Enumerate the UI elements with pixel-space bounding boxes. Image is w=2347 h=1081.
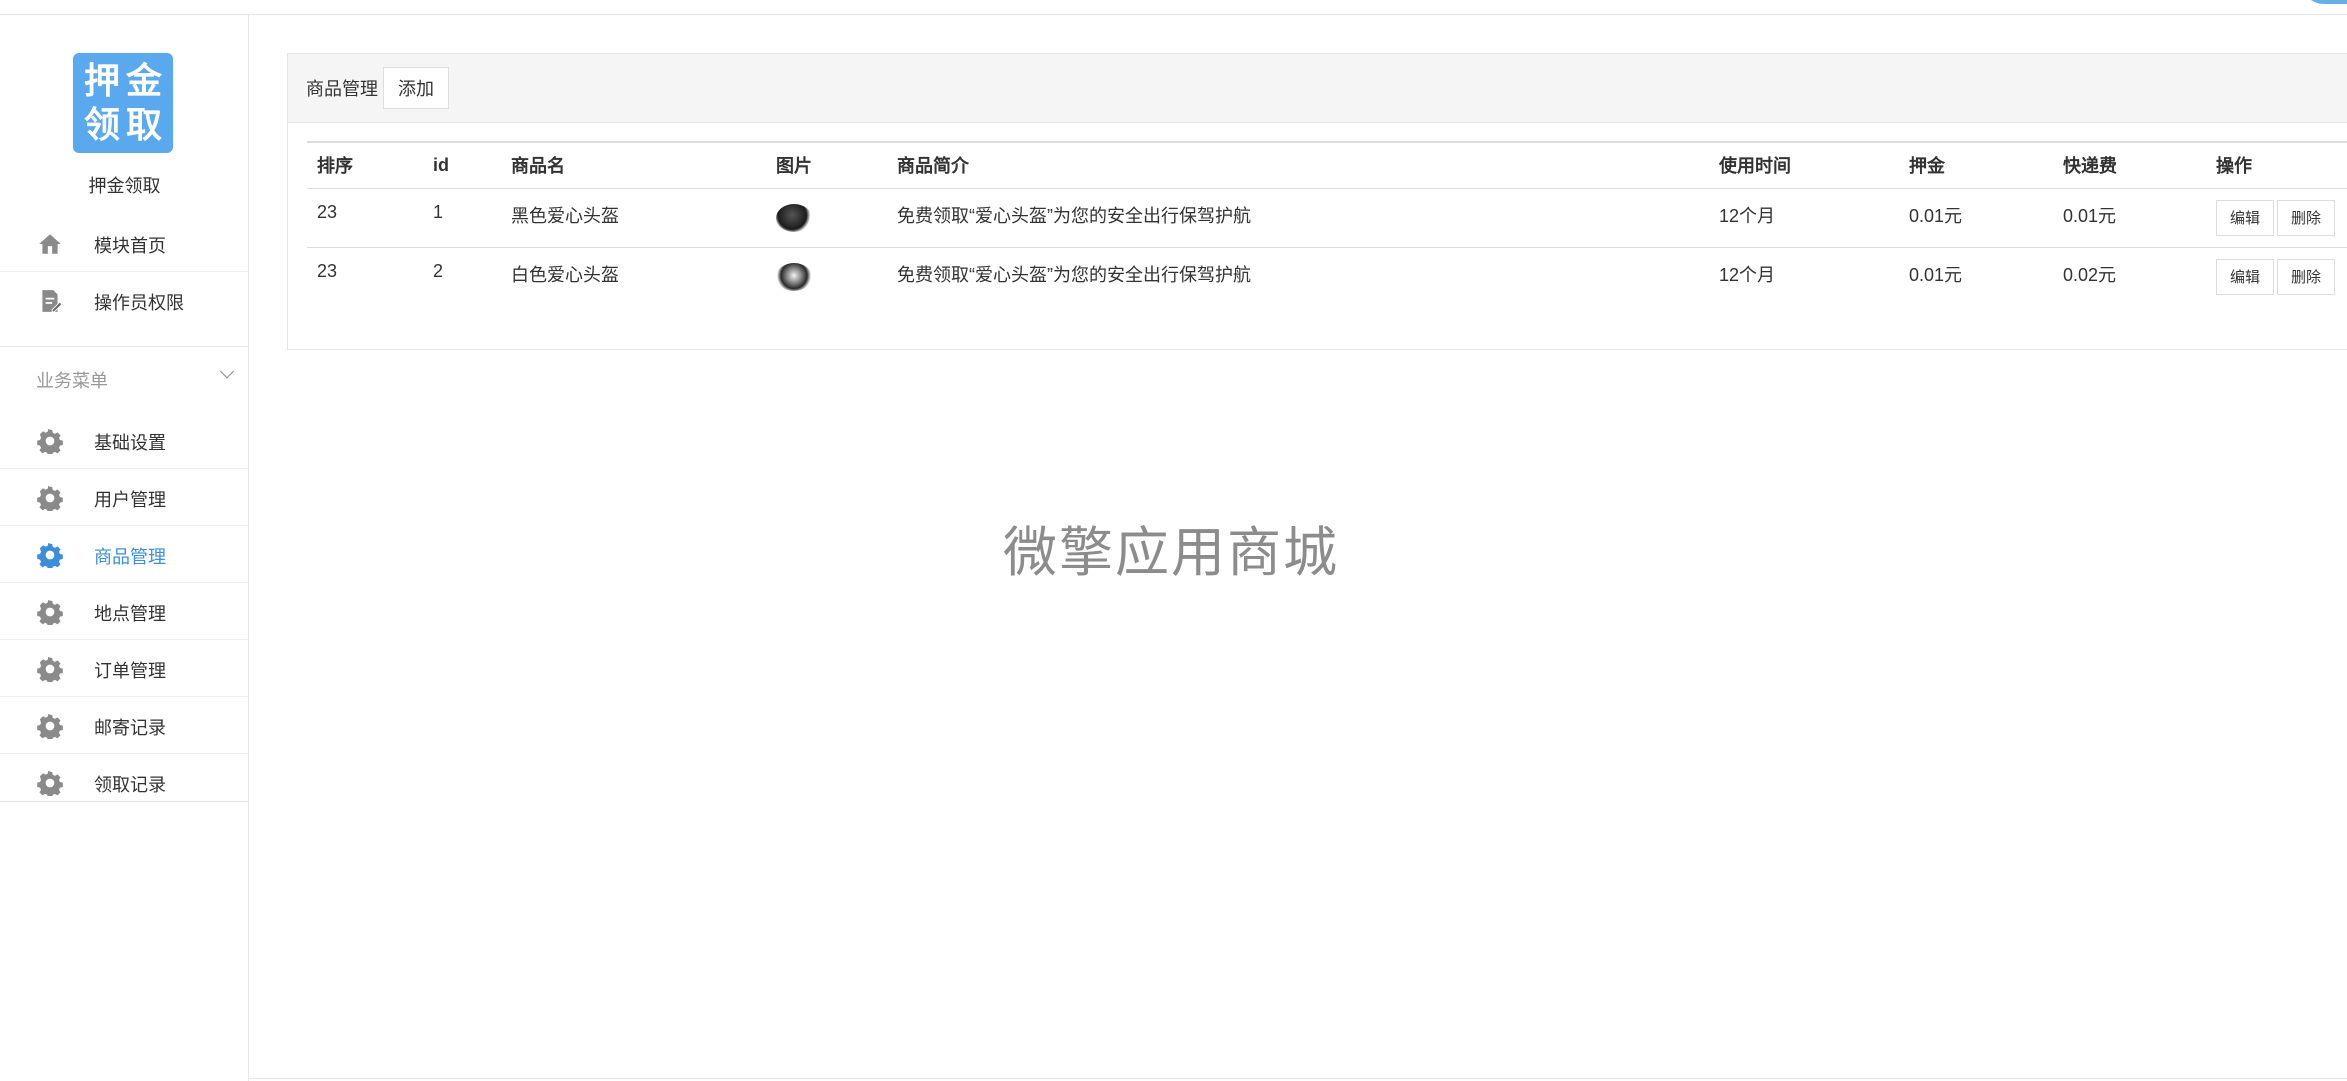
- sidebar-item-label: 地点管理: [94, 604, 166, 624]
- column-header: 商品简介: [897, 156, 969, 177]
- cell-shipping: 0.02元: [2063, 264, 2117, 285]
- sidebar-item-label: 操作员权限: [94, 293, 184, 313]
- product-table: 排序 id 商品名 图片 商品简介 使用时间 押金 快递费 操作 23 1 黑色爱心头盔 免费领取“爱…: [307, 141, 2347, 306]
- sidebar-item-4[interactable]: 地点管理: [0, 583, 249, 640]
- cell-id: 2: [433, 260, 444, 281]
- table-header-row: 排序 id 商品名 图片 商品简介 使用时间 押金 快递费 操作: [307, 142, 2347, 188]
- cell-sort: 23: [317, 260, 338, 281]
- column-header: 操作: [2216, 156, 2252, 177]
- sidebar-item-1[interactable]: 基础设置: [0, 412, 249, 469]
- logo-char: 领: [83, 104, 120, 145]
- column-header: 使用时间: [1719, 156, 1791, 177]
- gear-icon: [37, 713, 63, 739]
- gear-icon: [37, 428, 63, 454]
- gear-icon: [37, 599, 63, 625]
- cell-intro: 免费领取“爱心头盔”为您的安全出行保驾护航: [897, 264, 1251, 285]
- app-name: 押金领取: [88, 176, 161, 196]
- cell-image: [766, 247, 887, 306]
- gear-icon: [37, 656, 63, 682]
- bottom-divider: [249, 1078, 2347, 1079]
- sidebar-item-label: 模块首页: [94, 236, 166, 256]
- table-row: 23 1 黑色爱心头盔 免费领取“爱心头盔”为您的安全出行保驾护航 12个月 0.01元 0…: [307, 188, 2347, 247]
- app-logo: 押 金 领 取: [73, 53, 173, 153]
- sidebar-item-2[interactable]: 用户管理: [0, 469, 249, 526]
- sidebar-item-operator-permissions[interactable]: 操作员权限: [0, 272, 249, 329]
- column-header: 押金: [1909, 156, 1945, 177]
- sidebar-item-7[interactable]: 领取记录: [0, 754, 249, 811]
- gear-icon: [37, 770, 63, 796]
- cell-name: 白色爱心头盔: [511, 264, 619, 285]
- user-avatar[interactable]: [2301, 0, 2347, 4]
- sidebar-item-label: 邮寄记录: [94, 718, 166, 738]
- column-header: 商品名: [511, 156, 565, 177]
- delete-button[interactable]: 删除: [2277, 258, 2335, 295]
- cell-intro: 免费领取“爱心头盔”为您的安全出行保驾护航: [897, 205, 1251, 226]
- column-header: 排序: [317, 156, 353, 177]
- sidebar-item-label: 商品管理: [94, 547, 166, 567]
- sidebar-item-3[interactable]: 商品管理: [0, 526, 249, 583]
- cell-deposit: 0.01元: [1909, 205, 1963, 226]
- logo-char: 取: [125, 104, 162, 145]
- product-thumbnail: [776, 203, 812, 232]
- watermark: 微擎应用商城: [1003, 523, 1339, 583]
- document-edit-icon: [42, 290, 63, 313]
- column-header: 图片: [776, 156, 812, 177]
- top-bar: [0, 0, 2347, 15]
- sidebar-item-6[interactable]: 邮寄记录: [0, 697, 249, 754]
- cell-duration: 12个月: [1719, 205, 1776, 226]
- cell-duration: 12个月: [1719, 264, 1776, 285]
- cell-name: 黑色爱心头盔: [511, 205, 619, 226]
- column-header: id: [433, 154, 449, 175]
- cell-actions: 编辑 删除: [2206, 188, 2347, 247]
- cell-deposit: 0.01元: [1909, 264, 1963, 285]
- cell-shipping: 0.01元: [2063, 205, 2117, 226]
- menu-group-business[interactable]: 业务菜单: [0, 346, 249, 406]
- menu-group-title: 业务菜单: [36, 371, 108, 391]
- column-header: 快递费: [2063, 156, 2117, 177]
- gear-icon: [37, 485, 63, 511]
- cell-actions: 编辑 删除: [2206, 247, 2347, 306]
- sidebar: 押 金 领 取 押金领取 模块首页 操作员权限 业务菜单 基础设置用户管理商品管…: [0, 15, 249, 1081]
- add-button[interactable]: 添加: [383, 67, 449, 109]
- product-thumbnail: [776, 262, 812, 291]
- cell-sort: 23: [317, 201, 338, 222]
- sidebar-item-label: 领取记录: [94, 775, 166, 795]
- sidebar-divider: [0, 801, 249, 802]
- logo-char: 金: [125, 60, 162, 101]
- table-row: 23 2 白色爱心头盔 免费领取“爱心头盔”为您的安全出行保驾护航 12个月 0.01元 0…: [307, 247, 2347, 306]
- panel-title: 商品管理: [306, 79, 378, 99]
- sidebar-item-module-home[interactable]: 模块首页: [0, 215, 249, 272]
- sidebar-item-label: 用户管理: [94, 490, 166, 510]
- gear-icon: [37, 542, 63, 568]
- panel-header: 商品管理 添加: [288, 54, 2347, 123]
- delete-button[interactable]: 删除: [2277, 199, 2335, 236]
- chevron-down-icon[interactable]: [218, 365, 236, 383]
- sidebar-item-label: 基础设置: [94, 433, 166, 453]
- home-icon: [39, 234, 61, 254]
- edit-button[interactable]: 编辑: [2216, 199, 2274, 236]
- cell-id: 1: [433, 201, 444, 222]
- logo-char: 押: [83, 60, 120, 101]
- sidebar-item-5[interactable]: 订单管理: [0, 640, 249, 697]
- cell-image: [766, 188, 887, 247]
- sidebar-item-label: 订单管理: [94, 661, 166, 681]
- edit-button[interactable]: 编辑: [2216, 258, 2274, 295]
